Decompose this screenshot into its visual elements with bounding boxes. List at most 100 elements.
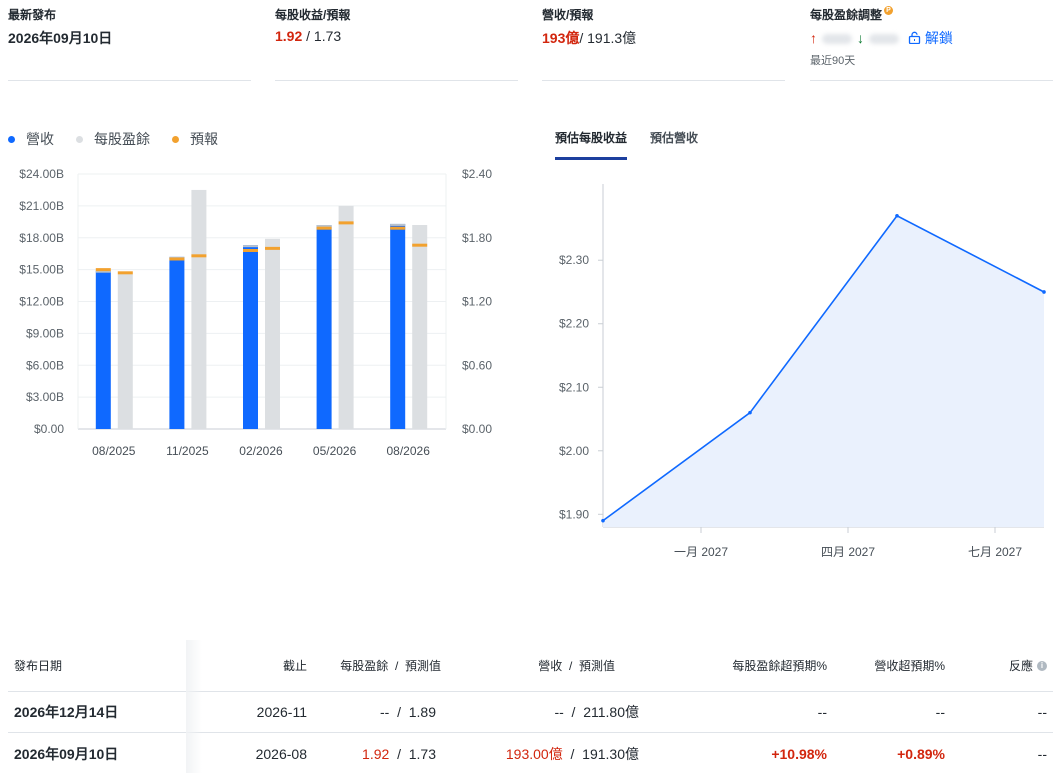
legend-label: 預報	[190, 131, 218, 147]
kpi-label: 最新發布	[8, 8, 57, 22]
revenue-bar	[95, 270, 111, 429]
y-right-tick-label: $1.20	[462, 295, 492, 309]
revenue-sep: /	[579, 30, 588, 46]
revenue-sep: /	[570, 745, 575, 762]
eps-bar	[191, 189, 207, 429]
table-row: 2026年12月14日 2026-11 -- / 1.89 -- / 211.8…	[8, 692, 1053, 733]
row-eps: -- / 1.89	[308, 692, 436, 732]
row-reaction: --	[1037, 704, 1047, 720]
tab-eps-estimate[interactable]: 預估每股收益	[555, 129, 628, 160]
eps-sep: /	[302, 28, 314, 44]
eps-estimate-marker	[338, 221, 354, 225]
y-left-tick-label: $15.00B	[19, 263, 64, 277]
row-date: 2026年09月10日	[14, 745, 119, 762]
header-date[interactable]: 發布日期	[14, 640, 62, 691]
row-eps-surprise: +10.98%	[771, 745, 827, 762]
revenue-estimate-marker	[95, 268, 111, 272]
kpi-value: 193億/ 191.3億	[542, 28, 636, 48]
y-right-tick-label: $1.80	[462, 231, 492, 245]
info-icon[interactable]: i	[1037, 660, 1047, 671]
row-eps-surprise: --	[817, 704, 827, 720]
revenue-estimate-marker	[316, 226, 332, 230]
eps-forecast: 1.73	[408, 745, 436, 762]
revenue-bar	[390, 223, 406, 429]
eps-estimate-marker	[191, 254, 207, 258]
eps-estimate-marker	[265, 246, 280, 250]
header-period[interactable]: 截止	[208, 640, 307, 691]
revenue-actual: 193億	[542, 30, 580, 46]
x-tick-label: 08/2025	[92, 444, 136, 458]
kpi-eps-revision: 每股盈餘調整 P ↑ ↓ 解鎖 最近90天	[810, 0, 1053, 81]
header-revenue[interactable]: 營收 / 預測值	[448, 640, 615, 691]
revenue-forecast: 191.3億	[587, 30, 637, 46]
revenue-bar	[316, 225, 332, 429]
eps-bar	[412, 225, 428, 429]
y-left-tick-label: $12.00B	[19, 295, 64, 309]
eps-estimate-marker	[412, 243, 428, 247]
x-tick-label: 一月 2027	[674, 545, 728, 559]
revenue-actual: --	[554, 704, 564, 720]
kpi-eps: 每股收益/預報 1.92 / 1.73	[275, 0, 518, 81]
unlock-link[interactable]: 解鎖	[925, 30, 953, 46]
kpi-value: 2026年09月10日	[8, 28, 112, 48]
y-left-tick-label: $3.00B	[26, 390, 64, 404]
y-left-tick-label: $9.00B	[26, 326, 64, 340]
header-reaction[interactable]: 反應 i	[968, 640, 1047, 691]
tab-revenue-estimate[interactable]: 預估營收	[650, 129, 698, 160]
row-revenue-surprise: +0.89%	[897, 745, 945, 762]
sticky-column-shadow	[186, 640, 202, 773]
kpi-label: 每股盈餘調整 P	[810, 6, 894, 23]
latest-release-date: 2026年09月10日	[8, 30, 113, 46]
header-reaction-label: 反應	[1008, 659, 1033, 673]
eps-forecast: 1.73	[313, 28, 342, 44]
x-tick-label: 08/2026	[387, 444, 431, 458]
eps-forecast: 1.89	[408, 704, 436, 720]
blurred-value	[822, 34, 852, 45]
earnings-table: 發布日期 截止 每股盈餘 / 預測值 營收 / 預測值 每股盈餘超預期% 營收超…	[8, 640, 1053, 773]
y-tick-label: $2.30	[559, 253, 589, 267]
y-right-tick-label: $2.40	[462, 167, 492, 181]
y-left-tick-label: $18.00B	[19, 231, 64, 245]
legend-dot	[8, 135, 15, 143]
y-tick-label: $2.20	[559, 317, 589, 331]
header-eps[interactable]: 每股盈餘 / 預測值	[308, 640, 441, 691]
legend-label: 營收	[26, 131, 54, 147]
revenue-sep: /	[571, 704, 576, 720]
header-revenue-surprise[interactable]: 營收超預期%	[838, 640, 945, 691]
forecast-tabs: 預估每股收益 預估營收	[555, 129, 698, 160]
x-tick-label: 05/2026	[313, 444, 357, 458]
legend-item-eps[interactable]: 每股盈餘	[76, 129, 150, 149]
revenue-forecast: 211.80億	[583, 704, 639, 720]
pro-badge-icon: P	[884, 6, 894, 15]
eps-estimate-chart: $1.90 $2.00 $2.10 $2.20 $2.30 一月 2027 四月 2027 七…	[559, 184, 1046, 559]
kpi-label: 每股收益/預報	[275, 8, 351, 22]
revenue-bar-cap	[390, 223, 406, 226]
row-eps: 1.92 / 1.73	[308, 733, 436, 773]
eps-bar	[117, 273, 133, 429]
table-row: 2026年09月10日 2026-08 1.92 / 1.73 193.00億 …	[8, 733, 1053, 773]
y-left-tick-label: $21.00B	[19, 199, 64, 213]
revenue-bar	[169, 256, 185, 429]
y-left-tick-label: $0.00	[34, 422, 64, 436]
y-right-tick-label: $0.00	[462, 422, 492, 436]
y-right-tick-label: $0.60	[462, 358, 492, 372]
revenue-bar	[243, 245, 258, 429]
row-revenue-surprise: --	[935, 704, 945, 720]
eps-estimate-marker	[117, 271, 133, 275]
eps-revision-period: 最近90天	[810, 55, 856, 67]
legend-item-revenue[interactable]: 營收	[8, 129, 54, 149]
header-revenue-forecast: 預測值	[578, 659, 615, 673]
row-date: 2026年12月14日	[14, 704, 119, 720]
revenue-estimate-marker	[169, 257, 185, 261]
legend-label: 每股盈餘	[94, 131, 150, 147]
header-eps-surprise[interactable]: 每股盈餘超預期%	[648, 640, 827, 691]
legend-dot	[76, 135, 83, 143]
earnings-bar-chart: $0.00 $3.00B $6.00B $9.00B $12.00B $15.00B $18…	[19, 167, 492, 458]
header-eps-label: 每股盈餘	[340, 659, 389, 673]
kpi-value: ↑ ↓ 解鎖	[810, 28, 953, 48]
x-tick-label: 四月 2027	[821, 545, 875, 559]
lock-icon[interactable]	[908, 31, 921, 47]
header-sep: /	[568, 658, 573, 673]
eps-bar	[338, 205, 354, 429]
legend-item-estimate[interactable]: 預報	[172, 129, 218, 149]
